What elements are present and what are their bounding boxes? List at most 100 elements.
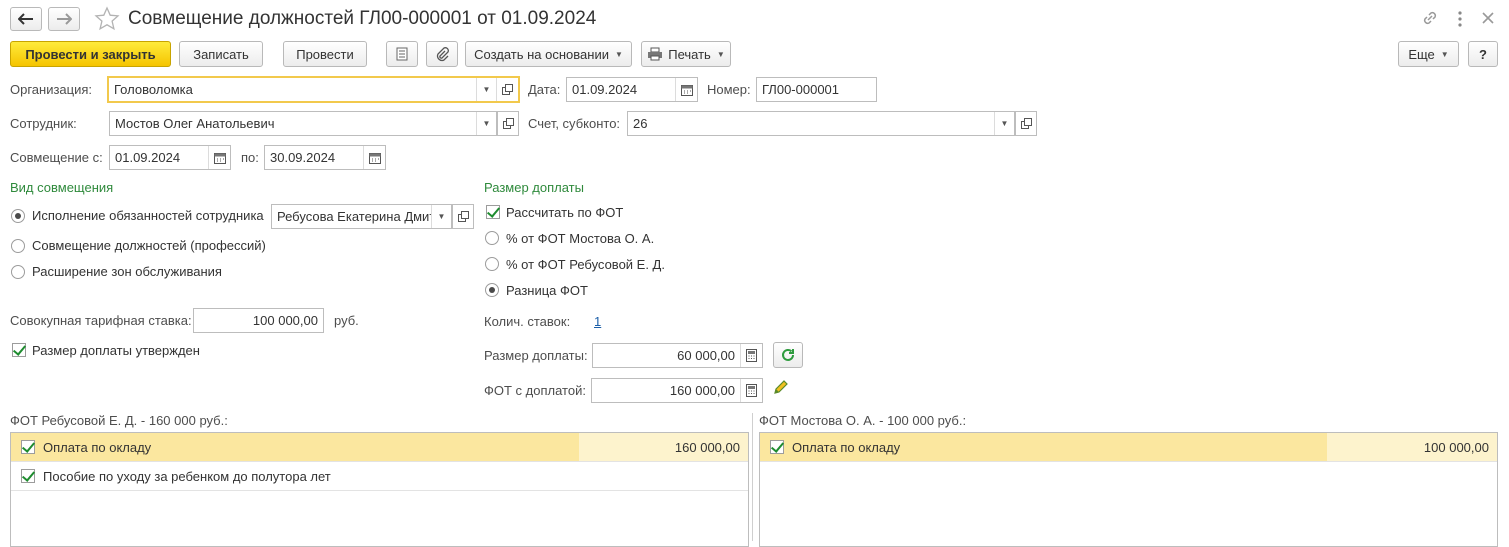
kebab-menu-icon xyxy=(1458,11,1462,27)
favorite-star-icon[interactable] xyxy=(94,6,120,32)
number-label: Номер: xyxy=(707,82,751,97)
surcharge-option-1[interactable]: % от ФОТ Ребусовой Е. Д. xyxy=(506,257,665,272)
calculator-icon[interactable] xyxy=(740,344,762,367)
account-field[interactable]: 26 ▼ xyxy=(627,111,1015,136)
org-value: Головоломка xyxy=(114,82,193,97)
count-label: Колич. ставок: xyxy=(484,314,571,329)
count-link[interactable]: 1 xyxy=(594,314,601,329)
kind-radio-1[interactable] xyxy=(11,239,25,253)
open-icon xyxy=(502,118,514,129)
surcharge-radio-0[interactable] xyxy=(485,231,499,245)
post-and-close-button[interactable]: Провести и закрыть xyxy=(10,41,171,67)
open-icon xyxy=(457,211,469,222)
row-checkbox[interactable] xyxy=(770,440,784,454)
org-field[interactable]: Головоломка ▼ xyxy=(107,76,520,103)
pencil-icon xyxy=(774,380,788,394)
edit-button[interactable] xyxy=(772,378,792,398)
kind-option-2[interactable]: Расширение зон обслуживания xyxy=(32,264,222,279)
period-to-field[interactable]: 30.09.2024 xyxy=(264,145,386,170)
help-button[interactable]: ? xyxy=(1468,41,1498,67)
chevron-down-icon[interactable]: ▼ xyxy=(994,112,1014,135)
row-amount: 100 000,00 xyxy=(1327,433,1497,461)
employee-open-button[interactable] xyxy=(497,111,519,136)
rate-field[interactable]: 100 000,00 xyxy=(193,308,324,333)
kind-employee-value: Ребусова Екатерина Дмит xyxy=(277,209,431,224)
kind-employee-field[interactable]: Ребусова Екатерина Дмит ▼ xyxy=(271,204,452,229)
kind-radio-0[interactable] xyxy=(11,209,25,223)
kind-option-1[interactable]: Совмещение должностей (профессий) xyxy=(32,238,266,253)
right-fot-table[interactable]: Оплата по окладу 100 000,00 xyxy=(759,432,1498,547)
chevron-down-icon[interactable]: ▼ xyxy=(476,112,496,135)
date-value: 01.09.2024 xyxy=(572,82,638,97)
post-button[interactable]: Провести xyxy=(283,41,367,67)
forward-arrow-icon xyxy=(57,13,72,25)
refresh-button[interactable] xyxy=(773,342,803,368)
kind-option-0[interactable]: Исполнение обязанностей сотрудника xyxy=(32,208,264,223)
attachments-button[interactable] xyxy=(426,41,458,67)
document-list-button[interactable] xyxy=(386,41,418,67)
row-amount: 160 000,00 xyxy=(579,433,748,461)
surcharge-option-2[interactable]: Разница ФОТ xyxy=(506,283,588,298)
rate-unit: руб. xyxy=(334,313,359,328)
chevron-down-icon: ▼ xyxy=(614,49,623,59)
period-to-value: 30.09.2024 xyxy=(270,150,336,165)
surcharge-radio-2[interactable] xyxy=(485,283,499,297)
open-icon[interactable] xyxy=(496,78,518,101)
amount-label: Размер доплаты: xyxy=(484,348,588,363)
number-field[interactable]: ГЛ00-000001 xyxy=(756,77,877,102)
more-menu-button[interactable] xyxy=(1452,8,1468,30)
calc-by-fot-checkbox[interactable] xyxy=(486,205,500,219)
forward-button[interactable] xyxy=(48,7,80,31)
panel-splitter[interactable] xyxy=(752,413,753,541)
rate-value: 100 000,00 xyxy=(252,313,318,328)
fot-field[interactable]: 160 000,00 xyxy=(591,378,763,403)
employee-field[interactable]: Мостов Олег Анатольевич ▼ xyxy=(109,111,497,136)
amount-value: 60 000,00 xyxy=(677,348,735,363)
chevron-down-icon: ▼ xyxy=(1440,49,1449,59)
period-to-label: по: xyxy=(241,150,259,165)
chevron-down-icon[interactable]: ▼ xyxy=(476,78,496,101)
approved-label[interactable]: Размер доплаты утвержден xyxy=(32,343,200,358)
table-row[interactable]: Оплата по окладу 100 000,00 xyxy=(760,433,1497,462)
calc-by-fot-label[interactable]: Рассчитать по ФОТ xyxy=(506,205,623,220)
surcharge-option-0[interactable]: % от ФОТ Мостова О. А. xyxy=(506,231,654,246)
row-checkbox[interactable] xyxy=(21,469,35,483)
period-from-value: 01.09.2024 xyxy=(115,150,181,165)
surcharge-section-title: Размер доплаты xyxy=(484,180,584,195)
calendar-icon[interactable] xyxy=(208,146,230,169)
calculator-icon[interactable] xyxy=(740,379,762,402)
back-arrow-icon xyxy=(18,13,33,25)
star-icon xyxy=(94,6,120,31)
calendar-icon[interactable] xyxy=(675,78,697,101)
date-label: Дата: xyxy=(528,82,561,97)
more-actions-button[interactable]: Еще ▼ xyxy=(1398,41,1459,67)
row-checkbox[interactable] xyxy=(21,440,35,454)
table-row[interactable]: Оплата по окладу 160 000,00 xyxy=(11,433,748,462)
chevron-down-icon[interactable]: ▼ xyxy=(431,205,451,228)
surcharge-radio-1[interactable] xyxy=(485,257,499,271)
table-row[interactable]: Пособие по уходу за ребенком до полутора… xyxy=(11,462,748,491)
row-amount xyxy=(579,462,748,490)
kind-employee-open-button[interactable] xyxy=(452,204,474,229)
refresh-icon xyxy=(782,348,794,361)
close-button[interactable] xyxy=(1478,8,1500,30)
period-from-field[interactable]: 01.09.2024 xyxy=(109,145,231,170)
link-button[interactable] xyxy=(1420,8,1442,30)
back-button[interactable] xyxy=(10,7,42,31)
calendar-icon[interactable] xyxy=(363,146,385,169)
save-button[interactable]: Записать xyxy=(179,41,263,67)
create-based-label: Создать на основании xyxy=(474,46,609,62)
date-field[interactable]: 01.09.2024 xyxy=(566,77,698,102)
document-list-icon xyxy=(396,47,408,61)
approved-checkbox[interactable] xyxy=(12,343,26,357)
kind-radio-2[interactable] xyxy=(11,265,25,279)
open-icon xyxy=(1020,118,1032,129)
left-fot-table[interactable]: Оплата по окладу 160 000,00 Пособие по у… xyxy=(10,432,749,547)
link-icon xyxy=(1423,11,1437,25)
chevron-down-icon: ▼ xyxy=(716,49,725,59)
account-label: Счет, субконто: xyxy=(528,116,621,131)
print-button[interactable]: Печать ▼ xyxy=(641,41,731,67)
amount-field[interactable]: 60 000,00 xyxy=(592,343,763,368)
account-open-button[interactable] xyxy=(1015,111,1037,136)
create-based-button[interactable]: Создать на основании ▼ xyxy=(465,41,632,67)
